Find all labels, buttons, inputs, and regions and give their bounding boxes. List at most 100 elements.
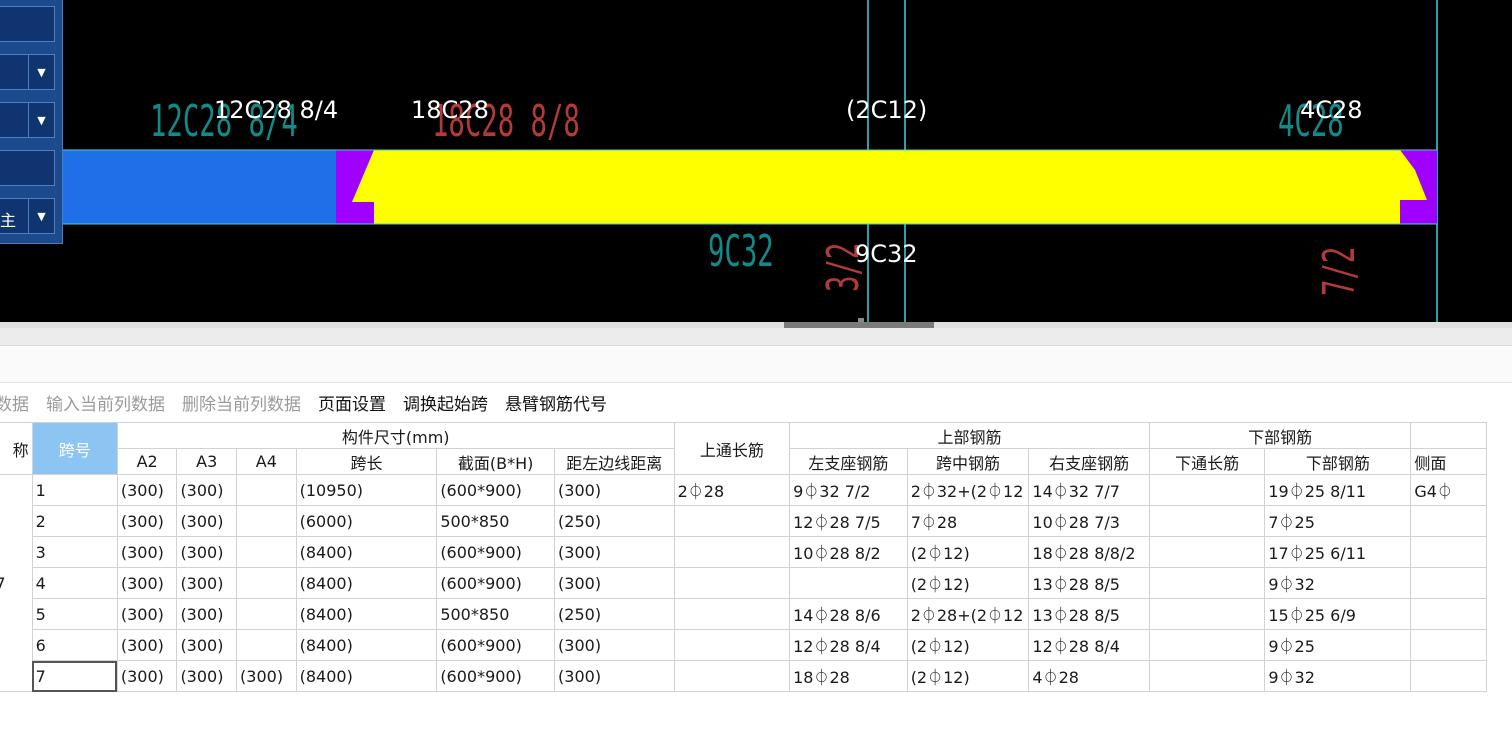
cell-mid-span[interactable]: (2⏀12) bbox=[906, 567, 1030, 599]
col-header-size[interactable]: 构件尺寸(mm) bbox=[116, 422, 675, 449]
cell-left-dist[interactable]: (300) bbox=[554, 660, 675, 692]
toolbar-cantilever-code[interactable]: 悬臂钢筋代号 bbox=[505, 390, 607, 415]
cell-section[interactable]: (600*900) bbox=[436, 660, 556, 692]
cell-mid-span[interactable]: (2⏀12) bbox=[906, 660, 1030, 692]
col-header-bottom-bar[interactable]: 下部钢筋 bbox=[1264, 448, 1412, 475]
cell-a4[interactable] bbox=[236, 536, 297, 568]
cell-side[interactable] bbox=[1410, 629, 1487, 661]
cell-a4[interactable]: (300) bbox=[236, 660, 297, 692]
col-header-bottom-rebar[interactable]: 下部钢筋 bbox=[1148, 422, 1412, 449]
cell-a4[interactable] bbox=[236, 598, 297, 630]
cell-bottom-through[interactable] bbox=[1148, 536, 1266, 568]
cell-mid-span[interactable]: 2⏀32+(2⏀12 bbox=[906, 474, 1030, 506]
cell-bottom-bar[interactable]: 17⏀25 6/11 bbox=[1264, 536, 1412, 568]
cell-left-dist[interactable]: (250) bbox=[554, 598, 675, 630]
col-header-span-length[interactable]: 跨长 bbox=[295, 448, 438, 475]
table-row[interactable]: 3 (300) (300) (8400) (600*900) (300) 10⏀… bbox=[0, 536, 1487, 568]
cell-a2[interactable]: (300) bbox=[116, 567, 178, 599]
table-row[interactable]: 9(7 1 (300) (300) (10950) (600*900) (300… bbox=[0, 474, 1487, 692]
col-header-mid-span[interactable]: 跨中钢筋 bbox=[906, 448, 1030, 475]
cell-top-through[interactable] bbox=[673, 629, 791, 661]
toolbar-swap-start-span[interactable]: 调换起始跨 bbox=[403, 390, 488, 415]
cell-left-dist[interactable]: (300) bbox=[554, 629, 675, 661]
cell-a2[interactable]: (300) bbox=[116, 536, 178, 568]
cell-span-length[interactable]: (8400) bbox=[295, 660, 438, 692]
table-row[interactable]: 6 (300) (300) (8400) (600*900) (300) 12⏀… bbox=[0, 629, 1487, 661]
cell-left-dist[interactable]: (300) bbox=[554, 536, 675, 568]
cell-span-no[interactable]: 3 bbox=[31, 536, 118, 568]
table-row[interactable]: 4 (300) (300) (8400) (600*900) (300) (2⏀… bbox=[0, 567, 1487, 599]
cell-section[interactable]: 500*850 bbox=[436, 505, 556, 537]
cell-a2[interactable]: (300) bbox=[116, 660, 178, 692]
col-header-a3[interactable]: A3 bbox=[176, 448, 238, 475]
cell-a4[interactable] bbox=[236, 474, 297, 506]
cell-top-through[interactable] bbox=[673, 660, 791, 692]
col-header-a4[interactable]: A4 bbox=[236, 448, 297, 475]
cell-span-no[interactable]: 1 bbox=[31, 474, 118, 506]
col-header-name[interactable]: 称 bbox=[0, 422, 33, 475]
chevron-down-icon[interactable]: ▼ bbox=[28, 199, 54, 233]
panel-dropdown[interactable]: 主 ▼ bbox=[0, 198, 55, 234]
table-row[interactable]: 2 (300) (300) (6000) 500*850 (250) 12⏀28… bbox=[0, 505, 1487, 537]
cell-left-dist[interactable]: (300) bbox=[554, 567, 675, 599]
chevron-down-icon[interactable]: ▼ bbox=[28, 55, 54, 89]
cell-side[interactable] bbox=[1410, 598, 1487, 630]
cell-side[interactable] bbox=[1410, 660, 1487, 692]
cell-left-support[interactable]: 10⏀28 8/2 bbox=[789, 536, 908, 568]
cell-top-through[interactable]: 2⏀28 bbox=[673, 474, 791, 506]
cell-a3[interactable]: (300) bbox=[176, 505, 238, 537]
panel-dropdown[interactable]: ▼ bbox=[0, 54, 55, 90]
cell-side[interactable]: G4⏀ bbox=[1410, 474, 1487, 506]
cell-section[interactable]: (600*900) bbox=[436, 567, 556, 599]
cell-left-support[interactable]: 18⏀28 bbox=[789, 660, 908, 692]
cell-bottom-bar[interactable]: 9⏀32 bbox=[1264, 567, 1412, 599]
cell-a4[interactable] bbox=[236, 567, 297, 599]
col-header-top-through[interactable]: 上通长筋 bbox=[673, 422, 791, 475]
cell-bottom-bar[interactable]: 9⏀25 bbox=[1264, 629, 1412, 661]
cell-span-length[interactable]: (10950) bbox=[295, 474, 438, 506]
cell-a3[interactable]: (300) bbox=[176, 474, 238, 506]
toolbar-input-column-data[interactable]: 输入当前列数据 bbox=[46, 390, 165, 415]
cell-a3[interactable]: (300) bbox=[176, 567, 238, 599]
cell-left-support[interactable]: 14⏀28 8/6 bbox=[789, 598, 908, 630]
cell-right-support[interactable]: 12⏀28 8/4 bbox=[1028, 629, 1150, 661]
cad-label-left-support[interactable]: 12C28 8/4 bbox=[214, 96, 338, 124]
cell-left-support[interactable] bbox=[789, 567, 908, 599]
toolbar-page-setup[interactable]: 页面设置 bbox=[318, 390, 386, 415]
cell-right-support[interactable]: 18⏀28 8/8/2 bbox=[1028, 536, 1150, 568]
cell-left-support[interactable]: 12⏀28 7/5 bbox=[789, 505, 908, 537]
cell-span-no-selected[interactable]: 7 bbox=[31, 660, 118, 692]
cell-a2[interactable]: (300) bbox=[116, 598, 178, 630]
cell-span-no[interactable]: 2 bbox=[31, 505, 118, 537]
cell-right-support[interactable]: 10⏀28 7/3 bbox=[1028, 505, 1150, 537]
cell-top-through[interactable] bbox=[673, 536, 791, 568]
cell-span-length[interactable]: (6000) bbox=[295, 505, 438, 537]
cell-right-support[interactable]: 4⏀28 bbox=[1028, 660, 1150, 692]
cad-label-bottom[interactable]: 9C32 bbox=[855, 240, 918, 268]
panel-field[interactable] bbox=[0, 6, 55, 42]
cad-label-mid-span[interactable]: (2C12) bbox=[846, 96, 927, 124]
cell-side[interactable] bbox=[1410, 567, 1487, 599]
cad-label-mid-support[interactable]: 18C28 bbox=[411, 96, 489, 124]
cell-span-length[interactable]: (8400) bbox=[295, 629, 438, 661]
cell-mid-span[interactable]: (2⏀12) bbox=[906, 629, 1030, 661]
cell-span-no[interactable]: 4 bbox=[31, 567, 118, 599]
cell-left-support[interactable]: 12⏀28 8/4 bbox=[789, 629, 908, 661]
cell-left-support[interactable]: 9⏀32 7/2 bbox=[789, 474, 908, 506]
cell-mid-span[interactable]: 7⏀28 bbox=[906, 505, 1030, 537]
col-header-section[interactable]: 截面(B*H) bbox=[436, 448, 556, 475]
cell-bottom-through[interactable] bbox=[1148, 629, 1266, 661]
cell-bottom-through[interactable] bbox=[1148, 505, 1266, 537]
cell-section[interactable]: (600*900) bbox=[436, 474, 556, 506]
cell-span-length[interactable]: (8400) bbox=[295, 598, 438, 630]
table-row[interactable]: 5 (300) (300) (8400) 500*850 (250) 14⏀28… bbox=[0, 598, 1487, 630]
cell-span-length[interactable]: (8400) bbox=[295, 536, 438, 568]
cell-bottom-through[interactable] bbox=[1148, 660, 1266, 692]
cell-bottom-bar[interactable]: 9⏀32 bbox=[1264, 660, 1412, 692]
cell-right-support[interactable]: 13⏀28 8/5 bbox=[1028, 567, 1150, 599]
cell-span-no[interactable]: 5 bbox=[31, 598, 118, 630]
col-header-bottom-through[interactable]: 下通长筋 bbox=[1148, 448, 1266, 475]
col-header-left-support[interactable]: 左支座钢筋 bbox=[789, 448, 908, 475]
cell-bottom-through[interactable] bbox=[1148, 474, 1266, 506]
cell-top-through[interactable] bbox=[673, 598, 791, 630]
